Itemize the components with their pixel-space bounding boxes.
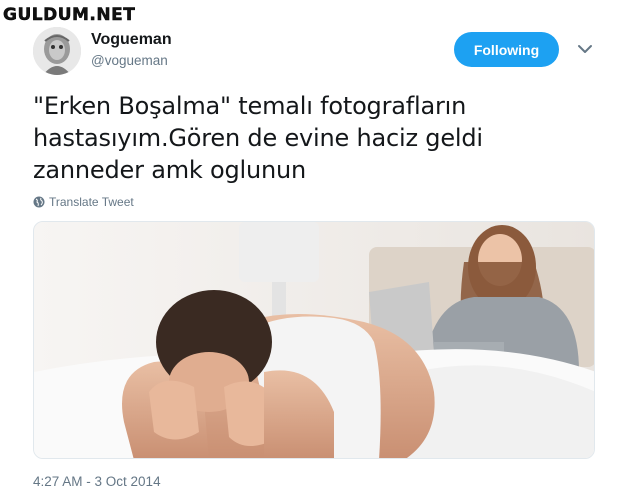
photo-image [34,222,594,458]
tweet-text-line: "Erken Boşalma" temalı fotografların [33,92,467,120]
site-watermark: GULDUM.NET [3,5,136,26]
avatar[interactable] [33,27,81,75]
tweet-text-line: hastasıyım.Gören de evine haciz geldi [33,124,483,152]
chevron-down-icon[interactable] [575,41,595,57]
display-name[interactable]: Vogueman [91,31,172,49]
tweet-photo[interactable] [33,221,595,459]
tweet-timestamp[interactable]: 4:27 AM - 3 Oct 2014 [33,474,161,489]
globe-icon [33,196,45,208]
translate-label: Translate Tweet [49,195,134,209]
translate-tweet-link[interactable]: Translate Tweet [33,195,134,209]
avatar-image [33,27,81,75]
tweet-text: "Erken Boşalma" temalı fotografların has… [33,90,593,186]
following-button[interactable]: Following [454,32,559,67]
user-handle[interactable]: @vogueman [91,53,168,68]
tweet-text-line: zanneder amk oglunun [33,156,307,184]
